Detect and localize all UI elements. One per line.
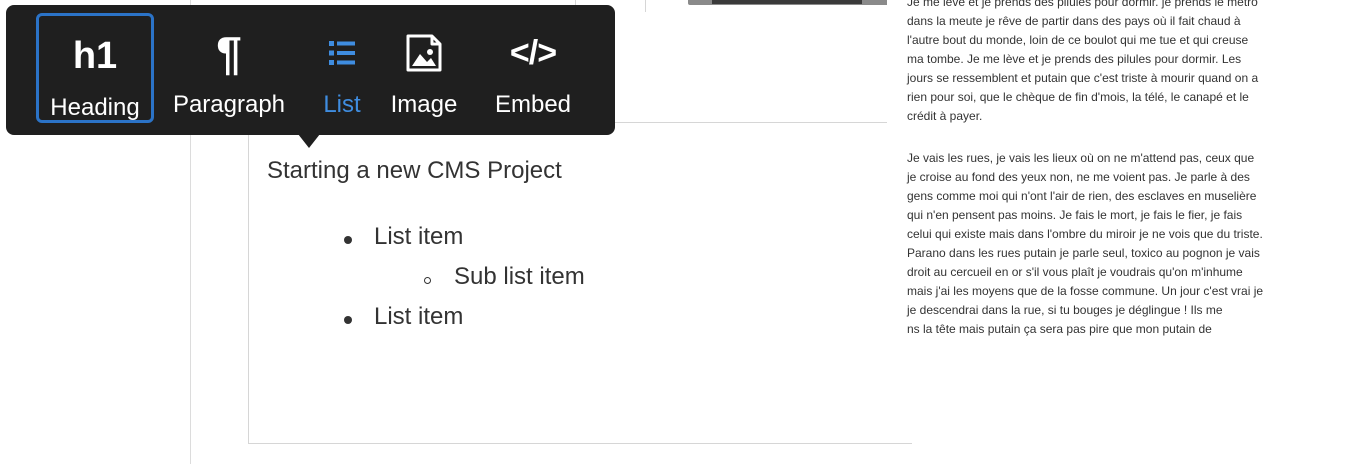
text-line: rien pour soi, que le chèque de fin d'mo… [907,90,1249,104]
top-fragment-inner [712,0,862,4]
toolbar-pointer [298,134,320,148]
text-line: Je me lève et je prends des pilules pour… [907,0,1258,9]
embed-label: Embed [494,91,572,118]
list-item-text: List item [374,223,464,250]
list-icon [312,27,372,79]
text-line: mais j'ai les moyens que de la fosse com… [907,284,1264,298]
bullet-circle-icon [424,277,431,284]
heading-icon: h1 [72,35,118,77]
editor-heading[interactable]: Starting a new CMS Project [267,157,562,185]
image-icon [382,27,466,79]
preview-paragraph: Je vais les rues, je vais les lieux où o… [907,149,1317,339]
preview-pane: Je me lève et je prends des pilules pour… [887,0,1366,342]
text-line: crédit à payer. [907,109,983,123]
block-type-toolbar: h1 Heading ¶ Paragraph List Image </> Em… [6,5,615,135]
sub-list-item-text: Sub list item [454,263,585,290]
text-line: gens comme moi qui n'ont l'air de rien, … [907,189,1257,203]
code-icon: </> [509,34,557,72]
heading-button[interactable]: h1 Heading [36,13,154,123]
text-line: celui qui existe mais dans l'ombre du mi… [907,227,1263,241]
paragraph-button[interactable]: ¶ Paragraph [162,13,296,123]
list-label: List [323,91,361,118]
text-line: dans la meute je rêve de partir dans des… [907,14,1241,28]
heading-label: Heading [50,94,140,121]
top-divider [645,0,646,12]
paragraph-label: Paragraph [172,91,286,118]
bullet-disc-icon [344,316,352,324]
text-line: qui n'en pensent pas moins. Je fais le m… [907,208,1243,222]
text-line: je croise au fond des yeux non, ne me vo… [907,170,1250,184]
text-line: ma tombe. Je me lève et je prends des pi… [907,52,1242,66]
text-line: droit au cercueil en or s'il vous plaît … [907,265,1243,279]
text-line: jours se ressemblent et putain que c'est… [907,71,1259,85]
preview-paragraph: Je me lève et je prends des pilules pour… [907,0,1317,126]
list-button[interactable]: List [312,13,372,123]
embed-button[interactable]: </> Embed [478,13,588,123]
pilcrow-icon: ¶ [216,27,242,79]
bullet-disc-icon [344,236,352,244]
list-item-text: List item [374,303,464,330]
text-line: Je vais les rues, je vais les lieux où o… [907,151,1255,165]
text-line: ns la tête mais putain ça sera pas pire … [907,322,1212,336]
text-line: l'autre bout du monde, loin de ce boulot… [907,33,1249,47]
editor-block[interactable]: Starting a new CMS Project List item Sub… [248,122,912,444]
image-button[interactable]: Image [382,13,466,123]
image-label: Image [390,91,458,118]
text-line: Parano dans les rues putain je parle seu… [907,246,1260,260]
text-line: je descendrai dans la rue, si tu bouges … [907,303,1223,317]
